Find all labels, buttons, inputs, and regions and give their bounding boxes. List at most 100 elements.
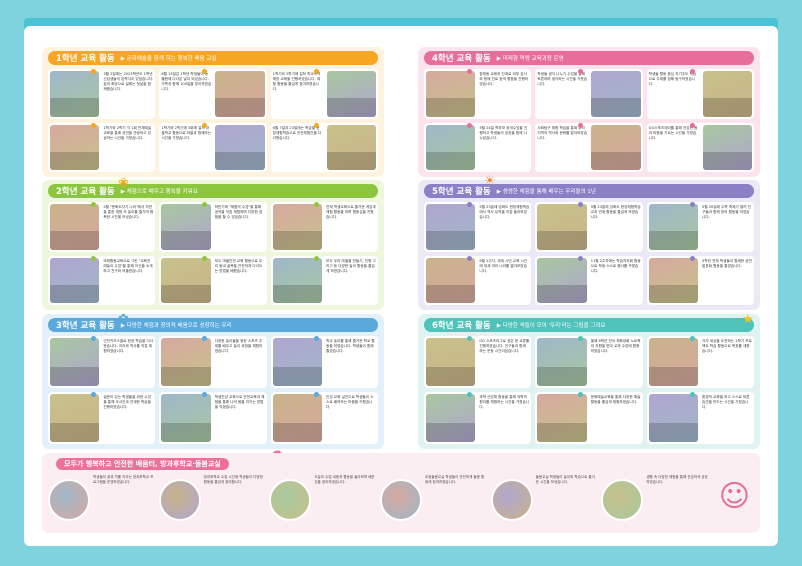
activity-card: 모두 마을안전 교육 활동으로 우리 동네 골목을 안전하게 다녀오는 방법을 … [159,255,267,305]
activity-photo [702,71,752,117]
activity-card: 3월 2일에는 2023학년도 1학년 신입생들의 입학식이 있었습니다. 꿈과… [48,69,156,119]
activity-photo [272,257,323,303]
activity-photo [537,338,587,386]
activity-caption: 창체동 교육과 단계로 외부 강사와 함께 진로 탐색 활동을 진행하였습니다. [479,72,529,86]
activity-card: 5월 24일 학부모 공개수업을 진행하고 학생들의 성장을 함께 나누었습니다… [424,122,532,172]
grade5-section: 5학년 교육 활동 ▶ 생생한 체험을 통해 배우는 우리들의 1년 5월 23… [418,180,760,310]
grade2-cards: 5월 "문화도자기 나라"에서 자연을 통한 체험 속 놀이를 즐기며 행복한 … [48,202,378,305]
afterschool-header: 모두가 행복하고 안전한 배움터, 방과후학교·돌봄교실 [56,458,229,470]
activity-card: 5학년 전체 학생들이 함께한 공연 발표회 활동을 즐겼습니다. [646,255,754,305]
activity-photo [648,204,699,250]
pin-icon [313,69,319,74]
activity-card: 과학 산업체 활동을 통해 과학의 원리를 체험하는 시간을 가졌습니다. [424,392,532,444]
activity-photo [50,124,100,170]
grade2-section: 2학년 교육 활동 ▶ 체험으로 배우고 행복을 키워요 5월 "문화도자기 나… [42,180,384,310]
afterschool-items: 학생들의 꿈과 끼를 키우는 방과후학교 프로그램을 운영하였습니다. 방과후학교… [48,473,710,529]
activity-card: 5월 "문화도자기 나라"에서 자연을 통한 체험 속 놀이를 즐기며 행복한 … [48,202,156,252]
pin-icon [466,69,472,74]
activity-photo [648,338,699,386]
activity-card: 학생들 생각 나누기 수업을 통해 토론하며 생각하는 시간을 가졌습니다. [535,69,643,119]
star-icon: ★ [742,312,754,327]
activity-photo [426,204,476,250]
flower-icon: ✿ [118,312,129,327]
activity-caption: 환경적 교육을 하고 스스로 바른 습관을 만드는 시간을 가졌습니다. [702,395,750,409]
afterschool-item: 방과후학교 수업 시간에 학생들이 다양한 활동을 즐겁게 참여합니다. [158,473,268,529]
activity-card: 학생들 활동 중심 자기주도 학습으로 주제를 정해 탐구하였습니다. [646,69,754,119]
afterschool-item: 학생들의 꿈과 끼를 키우는 방과후학교 프로그램을 운영하였습니다. [48,473,157,529]
pin-icon [90,202,96,207]
activity-card: 1학기와 2학기에 5회에 걸쳐 마을학교 활동으로 마을과 함께하는 시간을 … [159,122,267,172]
activity-caption: 인천키즈스쿨로 현장 학습을 다녀왔습니다. 지리와 역사를 직접 체험하였습니… [103,339,154,353]
pin-icon [313,255,319,261]
activity-caption: 1학기와 2학기 각 1회 천재예술교육을 통해 공연을 관람하고 감상하는 시… [103,125,152,140]
pin-icon [689,392,695,397]
activity-card: 학생건강 교육으로 안전교육과 체험을 통해 나의 몸을 지키는 방법을 익혔습… [159,392,267,444]
pin-icon [202,255,208,261]
grade3-section: 3학년 교육 활동 ▶ 다양한 체험과 창의적 배움으로 성장하는 우리 인천키… [42,314,384,449]
pin-icon [466,392,472,397]
afterschool-photo [48,479,90,521]
pin-icon [313,336,319,341]
pin-icon [313,122,319,128]
pin-icon [90,69,96,74]
activity-photo [272,338,323,386]
grade6-cards: GO 스포츠리그로 공은 한 교류를 진행하였습니다. 친구들과 함께 하는 운… [424,336,754,444]
activity-caption: 1학기와 2학기에 5회에 걸쳐 마을학교 활동으로 마을과 함께하는 시간을 … [161,125,212,140]
grade6-title: 6학년 교육 활동 [432,321,491,331]
activity-caption: 하반기에 "체험의 수업"을 통해 공작을 직접 체험하며 다양한 경험을 할 … [214,205,263,219]
activity-card: 1학기와 2학기 각 1회 천재예술교육을 통해 공연을 관람하고 감상하는 시… [48,122,156,172]
activity-caption: 학교 놀이를 통해 즐거운 학교 활동을 하였습니다. 학생들이 함께 즐겼습니… [326,339,375,353]
activity-photo [426,71,476,117]
afterschool-caption: 오늘의 수업 내용과 활동을 돌아보며 배운 것을 정리하였습니다. [314,475,375,484]
pin-icon [689,122,695,128]
activity-photo [537,204,587,250]
pin-icon [466,202,472,207]
activity-photo [161,204,211,250]
activity-card: 문화예술교육을 통해 다양한 예술 활동을 즐겁게 체험하였습니다. [535,392,643,444]
activity-caption: 5학년 전체 학생들이 함께한 공연 발표회 활동을 즐겼습니다. [702,258,752,268]
grade4-section: 4학년 교육 활동 ▶ 미래형 역량 교육과정 운영 창체동 교육과 단계로 외… [418,47,760,177]
grade1-title: 1학년 교육 활동 [56,54,115,64]
activity-caption: 5월 23일에 강화도 현장체험학습에서 역사 유적을 직접 둘러보았습니다. [479,205,530,219]
activity-card: 5월 23일에 강화도 현장체험학습 교과 연계 활동을 즐겁게 하였습니다. [535,202,643,252]
activity-caption: 1학기와 2학기에 걸쳐 학교폭력 예방 교육을 진행하였습니다. 체험 활동을… [272,72,321,91]
activity-card: 6월 7일과 23일에는 학급별 현장체험학습으로 안전체험관을 다녀왔습니다. [270,122,378,172]
activity-caption: 5월 20일에 수학 축제가 열려 친구들과 함께 창의 활동을 하였습니다. [702,205,751,219]
activity-caption: 과학 산업체 활동을 통해 과학의 원리를 체험하는 시간을 가졌습니다. [479,395,530,409]
activity-caption: 올해 6학년 전국 체육대회 노트북의 지원을 받아 교과 수업에 활용하였습니… [590,339,641,353]
grade5-title: 5학년 교육 활동 [432,187,491,197]
afterschool-caption: 학생들의 꿈과 끼를 키우는 방과후학교 프로그램을 운영하였습니다. [93,475,154,484]
butterfly-icon: ❀ [118,176,129,191]
activity-photo [648,394,699,442]
grade2-subtitle: ▶ 체험으로 배우고 행복을 키워요 [120,189,198,195]
afterschool-photo [269,479,312,521]
activity-caption: 각자 세상을 도전하는 1학기 프로젝트 학습 활동으로 목표를 세웠습니다. [702,339,752,353]
activity-card: GO스포츠데이를 통해 건강한 몸과 마음을 기르는 시간을 가졌습니다. [646,122,754,172]
activity-caption: 5월 "문화도자기 나라"에서 자연을 통한 체험 속 놀이를 즐기며 행복한 … [103,205,154,219]
activity-photo [215,71,265,117]
activity-caption: 모두 마을안전 교육 활동으로 우리 동네 골목을 안전하게 다녀오는 방법을 … [214,258,263,273]
pin-icon [90,392,96,397]
activity-caption: 학생들 활동 중심 자기주도 학습으로 주제를 정해 탐구하였습니다. [648,72,697,86]
activity-card: 11월 2주차에는 학급자치회 활동으로 학생 스스로 행사를 꾸몄습니다. [535,255,643,305]
pin-icon [313,202,319,207]
sun-icon: ☀ [484,174,496,189]
pin-icon [578,255,584,261]
activity-card: 5월 20일에 수학 축제가 열려 친구들과 함께 창의 활동을 하였습니다. [646,202,754,252]
grade2-title: 2학년 교육 활동 [56,187,115,197]
activity-card: 모두 우리 마을을 만들기, 인형 그리기 등 다양한 놀이 활동을 즐겁게 하… [270,255,378,305]
afterschool-item: 돌봄교실 학생들이 놀이와 학습으로 즐거운 시간을 보냈습니다. [490,473,600,529]
afterschool-caption: 초등돌봄교실 학생들이 안전하게 돌봄 활동에 참여하였습니다. [424,475,485,484]
activity-photo [537,257,587,303]
grade3-title: 3학년 교육 활동 [56,321,115,331]
activity-photo [591,124,641,170]
activity-card: GO 스포츠리그로 공은 한 교류를 진행하였습니다. 친구들과 함께 하는 운… [424,336,532,388]
pin-icon [466,122,472,128]
pin-icon [578,122,584,128]
activity-photo [50,338,100,386]
activity-card: 또래활동교육으로 그린 "교육전래놀이 수업"을 통해 자신을 소개하고 친구와… [48,255,156,305]
activity-caption: 11월 2주차에는 학급자치회 활동으로 학생 스스로 행사를 꾸몄습니다. [590,258,641,273]
grade1-header: 1학년 교육 활동 ▶ 문화예술을 함께 하는 행복한 배움 교실 [48,51,378,65]
activity-caption: 6월 15일은 1학년 학생들이 동물원에 다녀온 날이 되었습니다. 가족과 … [161,72,212,91]
grade1-section: 1학년 교육 활동 ▶ 문화예술을 함께 하는 행복한 배움 교실 3월 2일에… [42,47,384,177]
